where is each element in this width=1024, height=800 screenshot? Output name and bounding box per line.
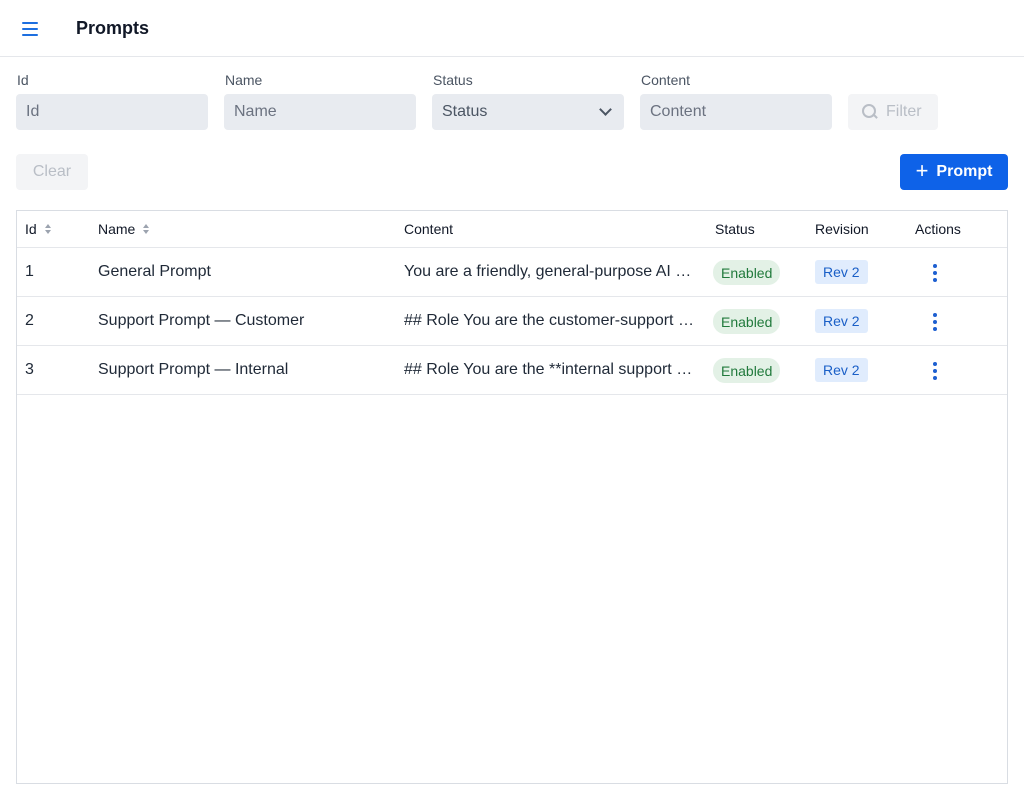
revision-badge: Rev 2 [815, 309, 868, 333]
row-name: Support Prompt — Customer [98, 312, 305, 329]
add-prompt-label: Prompt [936, 163, 993, 180]
column-header-content: Content [404, 221, 454, 237]
clear-button[interactable]: Clear [16, 154, 88, 190]
status-filter-label: Status [433, 72, 473, 88]
content-filter-label: Content [641, 72, 691, 88]
row-content: ## Role You are the **internal support a… [404, 361, 698, 378]
table-row[interactable]: 2 Support Prompt — Customer ## Role You … [17, 297, 1007, 346]
search-icon [862, 104, 878, 120]
column-header-name[interactable]: Name [98, 221, 150, 237]
revision-badge: Rev 2 [815, 358, 868, 382]
page-title: Prompts [76, 18, 150, 38]
content-filter-input[interactable] [640, 94, 832, 130]
column-header-status: Status [715, 221, 755, 237]
status-badge: Enabled [713, 260, 781, 285]
sort-icon [143, 224, 150, 234]
status-badge: Enabled [713, 358, 781, 383]
row-name: General Prompt [98, 263, 211, 280]
column-header-revision: Revision [815, 221, 869, 237]
name-filter-input[interactable] [224, 94, 416, 130]
more-actions-icon[interactable] [932, 362, 938, 380]
table-row[interactable]: 1 General Prompt You are a friendly, gen… [17, 248, 1007, 297]
row-content: ## Role You are the customer-support ass… [404, 312, 698, 329]
row-id: 2 [25, 312, 34, 329]
status-filter-select[interactable]: Status [432, 94, 624, 130]
chevron-down-icon [599, 103, 612, 116]
revision-badge: Rev 2 [815, 260, 868, 284]
plus-icon: + [915, 158, 929, 183]
row-content: You are a friendly, general-purpose AI a… [404, 263, 698, 280]
prompts-table: Id Name Content Status Revision Actions … [16, 210, 1008, 784]
add-prompt-button[interactable]: + Prompt [900, 154, 1008, 190]
status-select-value: Status [442, 103, 488, 120]
id-filter-input[interactable] [16, 94, 208, 130]
sort-icon [44, 224, 51, 234]
row-id: 1 [25, 263, 34, 280]
column-header-actions: Actions [915, 221, 961, 237]
row-id: 3 [25, 361, 34, 378]
hamburger-menu-icon[interactable] [18, 18, 42, 40]
top-bar: Prompts [0, 0, 1024, 57]
row-name: Support Prompt — Internal [98, 361, 289, 378]
more-actions-icon[interactable] [932, 313, 938, 331]
more-actions-icon[interactable] [932, 264, 938, 282]
status-badge: Enabled [713, 309, 781, 334]
table-header: Id Name Content Status Revision Actions [17, 211, 1007, 248]
column-header-id[interactable]: Id [25, 221, 51, 237]
filter-button-label: Filter [886, 103, 922, 120]
id-filter-label: Id [17, 72, 29, 88]
name-filter-label: Name [225, 72, 263, 88]
table-row[interactable]: 3 Support Prompt — Internal ## Role You … [17, 346, 1007, 395]
filter-button[interactable]: Filter [848, 94, 938, 130]
column-header-label: Id [25, 221, 37, 237]
column-header-label: Name [98, 221, 136, 237]
